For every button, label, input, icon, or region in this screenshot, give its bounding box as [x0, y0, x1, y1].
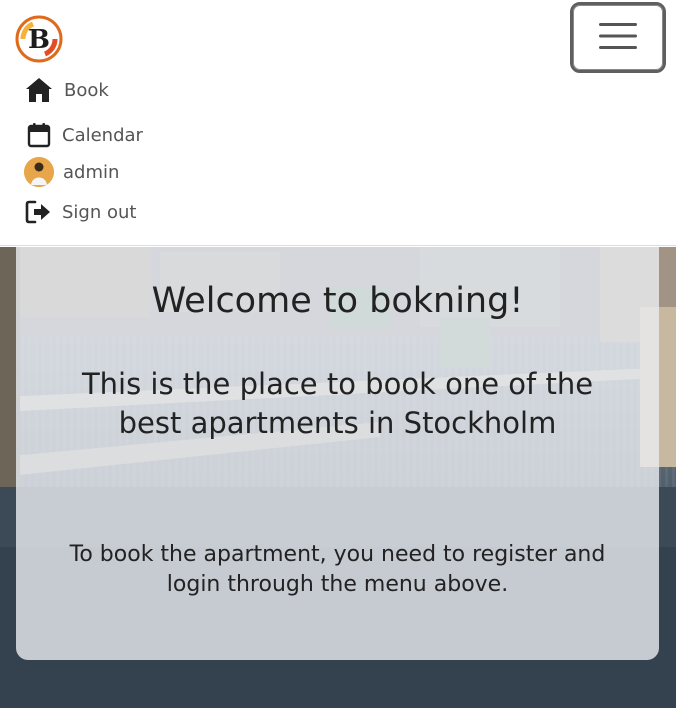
welcome-subtitle: This is the place to book one of the bes…	[81, 367, 594, 440]
nav-item-label: Book	[64, 79, 109, 101]
nav-item-sign-out[interactable]: Sign out	[24, 197, 136, 227]
nav-item-calendar[interactable]: Calendar	[24, 120, 143, 150]
brand-logo[interactable]: B	[15, 15, 63, 63]
calendar-icon	[24, 120, 54, 150]
sign-out-icon	[24, 197, 54, 227]
welcome-card: Welcome to bokning! This is the place to…	[16, 247, 659, 660]
navbar-toggle-button[interactable]	[570, 2, 666, 73]
welcome-title: Welcome to bokning!	[151, 281, 524, 321]
svg-text:B: B	[28, 25, 50, 55]
hero-section: Welcome to bokning! This is the place to…	[0, 247, 676, 708]
hamburger-icon	[598, 21, 638, 55]
nav-item-label: admin	[63, 161, 120, 183]
navbar: B Book Calendar admin Sign out	[0, 0, 676, 246]
nav-item-label: Calendar	[62, 124, 143, 146]
nav-item-admin[interactable]: admin	[24, 157, 119, 187]
nav-item-label: Sign out	[62, 201, 137, 223]
nav-item-book[interactable]: Book	[24, 75, 109, 105]
avatar	[24, 157, 54, 187]
home-icon	[24, 75, 54, 105]
booking-instructions: To book the apartment, you need to regis…	[69, 542, 606, 597]
